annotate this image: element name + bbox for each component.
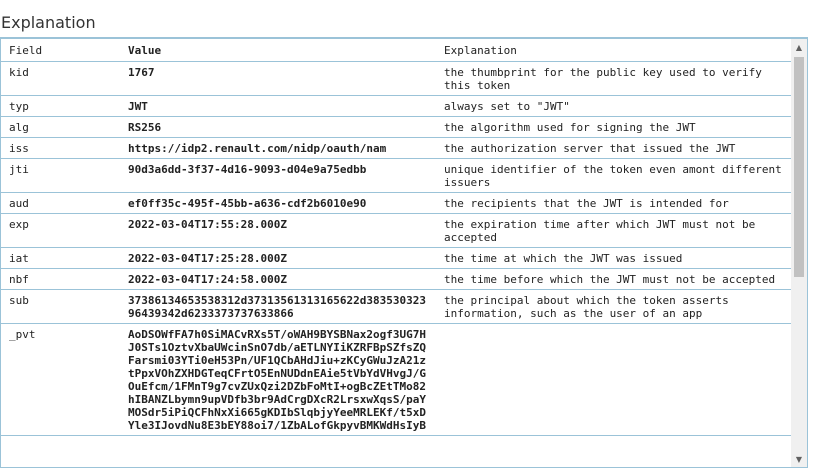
column-header-value: Value	[120, 39, 436, 62]
scroll-up-arrow-icon[interactable]: ▲	[791, 39, 807, 55]
cell-field: exp	[1, 213, 120, 248]
cell-value: 2022-03-04T17:24:58.000Z	[120, 268, 436, 290]
table-row: aud ef0ff35c-495f-45bb-a636-cdf2b6010e90…	[1, 192, 791, 214]
cell-value: AoDSOWfFA7h0SiMACvRXs5T/oWAH9BYSBNax2ogf…	[120, 323, 436, 436]
table-row: jti 90d3a6dd-3f37-4d16-9093-d04e9a75edbb…	[1, 158, 791, 193]
cell-field: alg	[1, 116, 120, 138]
cell-explanation: always set to "JWT"	[436, 95, 791, 117]
table-row: iat 2022-03-04T17:25:28.000Z the time at…	[1, 247, 791, 269]
cell-explanation: the expiration time after which JWT must…	[436, 213, 791, 248]
cell-explanation: the algorithm used for signing the JWT	[436, 116, 791, 138]
cell-value: 37386134653538312d37313561313165622d3835…	[120, 289, 436, 324]
cell-value: RS256	[120, 116, 436, 138]
cell-value: ef0ff35c-495f-45bb-a636-cdf2b6010e90	[120, 192, 436, 214]
cell-value: JWT	[120, 95, 436, 117]
cell-field: iss	[1, 137, 120, 159]
cell-value: 2022-03-04T17:55:28.000Z	[120, 213, 436, 248]
table-row: exp 2022-03-04T17:55:28.000Z the expirat…	[1, 213, 791, 248]
cell-explanation: the principal about which the token asse…	[436, 289, 791, 324]
table-row: iss https://idp2.renault.com/nidp/oauth/…	[1, 137, 791, 159]
explanation-table: Field Value Explanation kid 1767 the thu…	[1, 39, 791, 436]
cell-explanation: the time at which the JWT was issued	[436, 247, 791, 269]
scroll-down-arrow-icon[interactable]: ▼	[791, 451, 807, 467]
column-header-explanation: Explanation	[436, 39, 791, 62]
table-row: kid 1767 the thumbprint for the public k…	[1, 61, 791, 96]
explanation-table-panel: Field Value Explanation kid 1767 the thu…	[0, 37, 808, 468]
cell-explanation: the thumbprint for the public key used t…	[436, 61, 791, 96]
cell-value: 1767	[120, 61, 436, 96]
table-header-row: Field Value Explanation	[1, 39, 791, 62]
cell-value: 2022-03-04T17:25:28.000Z	[120, 247, 436, 269]
cell-explanation	[436, 323, 791, 436]
cell-field: sub	[1, 289, 120, 324]
cell-explanation: the authorization server that issued the…	[436, 137, 791, 159]
scrollbar-thumb[interactable]	[794, 57, 804, 277]
section-title: Explanation	[1, 13, 96, 32]
cell-explanation: the time before which the JWT must not b…	[436, 268, 791, 290]
cell-field: aud	[1, 192, 120, 214]
table-row: _pvt AoDSOWfFA7h0SiMACvRXs5T/oWAH9BYSBNa…	[1, 323, 791, 436]
vertical-scrollbar[interactable]: ▲ ▼	[791, 39, 807, 467]
column-header-field: Field	[1, 39, 120, 62]
table-scroll-area[interactable]: Field Value Explanation kid 1767 the thu…	[1, 39, 791, 467]
cell-value: https://idp2.renault.com/nidp/oauth/nam	[120, 137, 436, 159]
cell-value: 90d3a6dd-3f37-4d16-9093-d04e9a75edbb	[120, 158, 436, 193]
table-row: typ JWT always set to "JWT"	[1, 95, 791, 117]
cell-field: typ	[1, 95, 120, 117]
table-row: nbf 2022-03-04T17:24:58.000Z the time be…	[1, 268, 791, 290]
cell-explanation: unique identifier of the token even amon…	[436, 158, 791, 193]
table-row: sub 37386134653538312d37313561313165622d…	[1, 289, 791, 324]
cell-field: iat	[1, 247, 120, 269]
table-row: alg RS256 the algorithm used for signing…	[1, 116, 791, 138]
cell-field: _pvt	[1, 323, 120, 436]
cell-field: nbf	[1, 268, 120, 290]
cell-field: jti	[1, 158, 120, 193]
cell-explanation: the recipients that the JWT is intended …	[436, 192, 791, 214]
cell-field: kid	[1, 61, 120, 96]
